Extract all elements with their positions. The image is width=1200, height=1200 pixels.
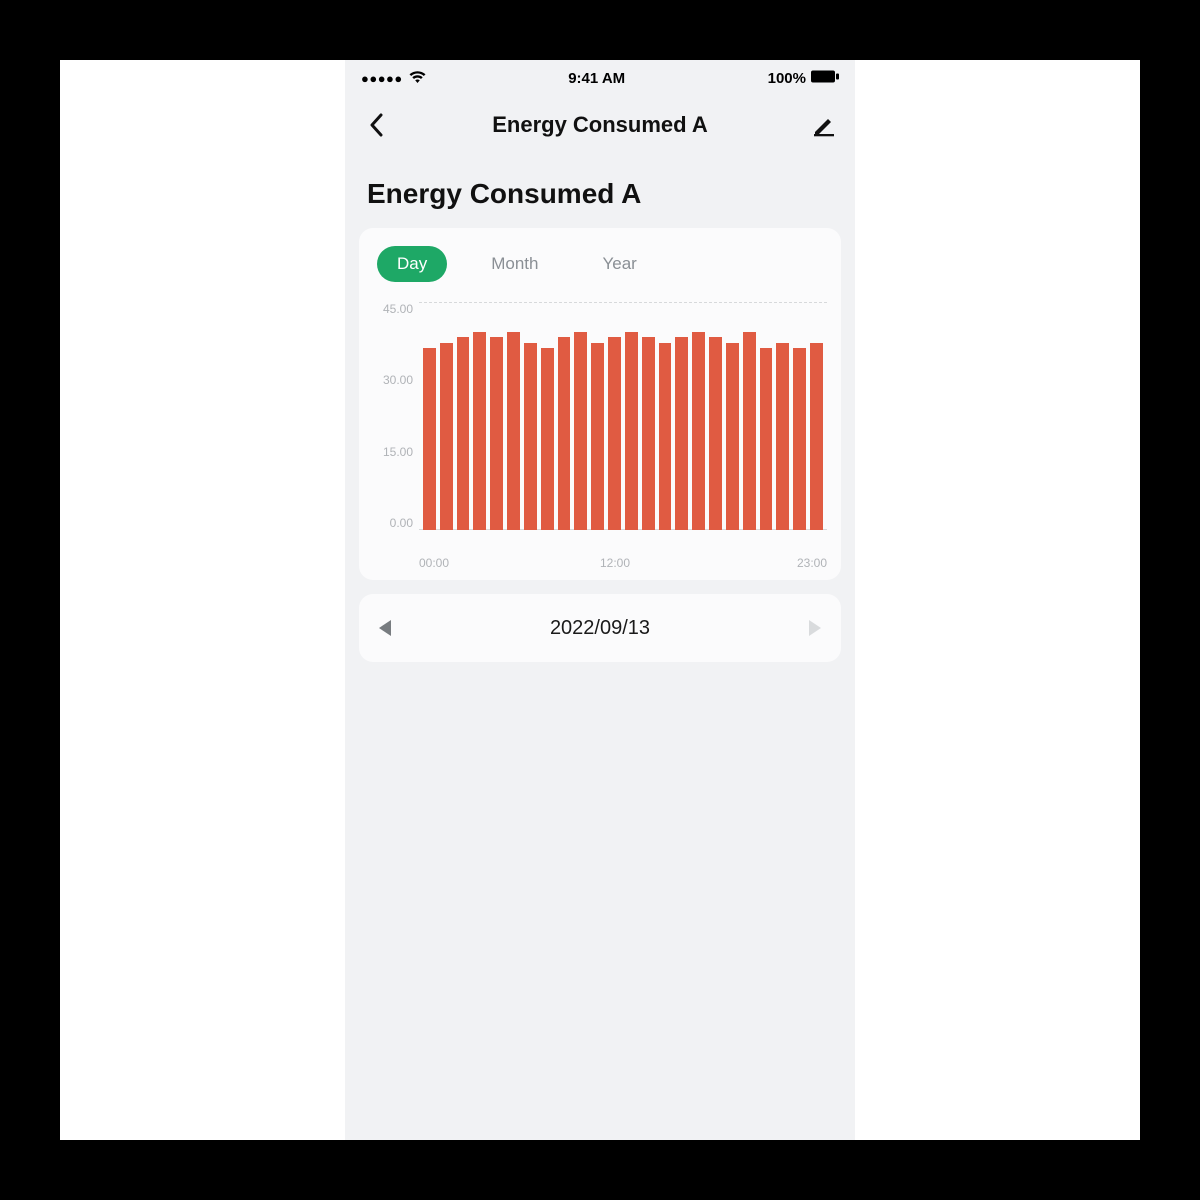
status-left: ●●●●● <box>361 70 426 87</box>
nav-title: Energy Consumed A <box>492 112 708 138</box>
bar <box>591 343 604 530</box>
x-axis: 00:00 12:00 23:00 <box>373 552 827 570</box>
phone-frame: ●●●●● 9:41 AM 100% <box>345 60 855 1140</box>
prev-date-button[interactable] <box>379 620 391 636</box>
chart-card: Day Month Year 45.00 30.00 15.00 0.00 <box>359 228 841 580</box>
bar <box>541 348 554 530</box>
bar <box>760 348 773 530</box>
status-right: 100% <box>768 70 839 87</box>
y-axis: 45.00 30.00 15.00 0.00 <box>373 302 417 530</box>
bar <box>793 348 806 530</box>
bar <box>440 343 453 530</box>
bar <box>524 343 537 530</box>
bar <box>457 337 470 530</box>
date-picker: 2022/09/13 <box>359 594 841 662</box>
bar <box>625 332 638 530</box>
bar <box>642 337 655 530</box>
chevron-left-icon <box>369 113 383 137</box>
bar <box>743 332 756 530</box>
bar <box>709 337 722 530</box>
date-label[interactable]: 2022/09/13 <box>550 617 650 640</box>
bar <box>726 343 739 530</box>
back-button[interactable] <box>363 112 389 138</box>
status-time: 9:41 AM <box>568 70 625 87</box>
signal-dots-icon: ●●●●● <box>361 71 403 86</box>
chart-area: 45.00 30.00 15.00 0.00 <box>373 302 827 552</box>
page-title: Energy Consumed A <box>345 154 855 228</box>
bar <box>608 337 621 530</box>
x-tick: 23:00 <box>797 556 827 570</box>
nav-header: Energy Consumed A <box>345 96 855 154</box>
statusbar: ●●●●● 9:41 AM 100% <box>345 60 855 96</box>
bar <box>659 343 672 530</box>
bar <box>558 337 571 530</box>
battery-icon <box>811 70 839 87</box>
y-tick: 30.00 <box>383 373 413 387</box>
x-tick: 00:00 <box>419 556 449 570</box>
pencil-icon <box>812 113 836 137</box>
tab-month[interactable]: Month <box>471 246 558 282</box>
tab-day[interactable]: Day <box>377 246 447 282</box>
bar <box>692 332 705 530</box>
bar <box>574 332 587 530</box>
bars-container <box>423 302 823 530</box>
tab-year[interactable]: Year <box>582 246 656 282</box>
bar <box>675 337 688 530</box>
next-date-button[interactable] <box>809 620 821 636</box>
bar <box>473 332 486 530</box>
x-tick: 12:00 <box>600 556 630 570</box>
y-tick: 15.00 <box>383 445 413 459</box>
chart-plot <box>419 302 827 530</box>
bar <box>423 348 436 530</box>
bar <box>776 343 789 530</box>
y-tick: 0.00 <box>390 516 413 530</box>
wifi-icon <box>409 71 426 88</box>
bar <box>810 343 823 530</box>
edit-button[interactable] <box>811 112 837 138</box>
bar <box>490 337 503 530</box>
battery-percent: 100% <box>768 70 806 87</box>
y-tick: 45.00 <box>383 302 413 316</box>
bar <box>507 332 520 530</box>
range-tabs: Day Month Year <box>373 246 827 282</box>
